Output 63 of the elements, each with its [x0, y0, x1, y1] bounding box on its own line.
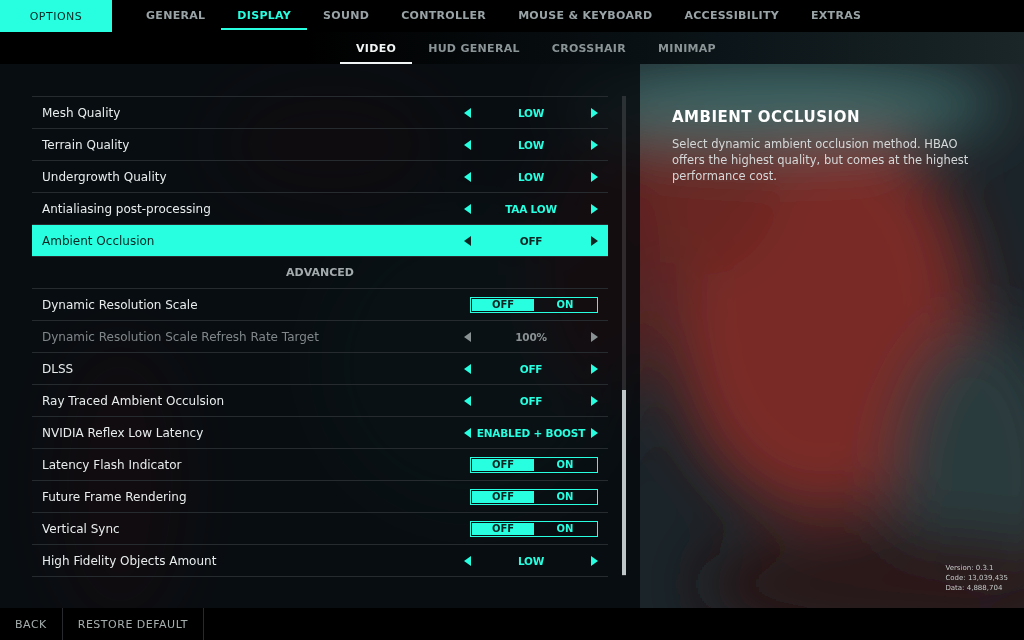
off-option[interactable]: OFF [472, 458, 534, 471]
off-option[interactable]: OFF [472, 522, 534, 535]
sub-tab[interactable]: CROSSHAIR [535, 32, 642, 64]
on-option[interactable]: ON [534, 298, 596, 311]
toggle-switch[interactable]: OFF ON [470, 488, 598, 505]
toggle-switch[interactable]: OFF ON [470, 456, 598, 473]
setting-value: OFF [519, 362, 543, 375]
setting-row[interactable]: Latency Flash Indicator OFF ON [32, 449, 608, 481]
setting-label: Latency Flash Indicator [42, 457, 183, 472]
setting-value: LOW [517, 554, 545, 567]
setting-label: Future Frame Rendering [42, 489, 188, 504]
on-option[interactable]: ON [534, 522, 596, 535]
description-text: Select dynamic ambient occlusion method. HBAO offers the highest quality, but comes at the highest performance cost. [672, 136, 970, 184]
on-option[interactable]: ON [534, 458, 596, 471]
setting-row[interactable]: High Fidelity Objects Amount LOW [32, 545, 608, 577]
tab[interactable]: SOUND [307, 0, 386, 30]
setting-value: LOW [517, 106, 545, 119]
setting-row[interactable]: Mesh Quality LOW [32, 97, 608, 129]
setting-label: High Fidelity Objects Amount [42, 553, 218, 568]
toggle-switch[interactable]: OFF ON [470, 520, 598, 537]
tab[interactable]: CONTROLLER [385, 0, 503, 30]
tab[interactable]: DISPLAY [221, 0, 308, 30]
setting-value: LOW [517, 170, 545, 183]
setting-label: NVIDIA Reflex Low Latency [42, 425, 205, 440]
options-title: OPTIONS [0, 0, 112, 32]
setting-label: Dynamic Resolution Scale Refresh Rate Target [42, 329, 320, 344]
tab[interactable]: EXTRAS [795, 0, 878, 30]
tab[interactable]: ACCESSIBILITY [668, 0, 795, 30]
setting-label: Ray Traced Ambient Occulsion [42, 393, 226, 408]
setting-value: ENABLED + BOOST [476, 426, 586, 439]
sub-tab[interactable]: MINIMAP [642, 32, 732, 64]
section-heading: ADVANCED [285, 266, 355, 279]
setting-value: LOW [517, 138, 545, 151]
sub-tab[interactable]: HUD GENERAL [412, 32, 536, 64]
setting-label: DLSS [42, 361, 75, 376]
setting-label: Undergrowth Quality [42, 169, 168, 184]
setting-label: Terrain Quality [42, 137, 131, 152]
setting-row[interactable]: DLSS OFF [32, 353, 608, 385]
off-option[interactable]: OFF [472, 298, 534, 311]
off-option[interactable]: OFF [472, 490, 534, 503]
setting-value: OFF [519, 234, 543, 247]
sub-tab[interactable]: VIDEO [340, 32, 413, 64]
setting-row[interactable]: Ray Traced Ambient Occulsion OFF [32, 385, 608, 417]
tab[interactable]: GENERAL [130, 0, 222, 30]
description-title: AMBIENT OCCLUSION [672, 108, 861, 126]
setting-row[interactable]: Undergrowth Quality LOW [32, 161, 608, 193]
setting-row[interactable]: Ambient Occlusion OFF [32, 225, 608, 257]
setting-row[interactable]: Vertical Sync OFF ON [32, 513, 608, 545]
on-option[interactable]: ON [534, 490, 596, 503]
setting-value: OFF [519, 394, 543, 407]
setting-value: 100% [515, 330, 547, 343]
setting-label: Mesh Quality [42, 105, 122, 120]
setting-value: TAA LOW [505, 202, 557, 215]
setting-label: Antialiasing post-processing [42, 201, 212, 216]
setting-label: Dynamic Resolution Scale [42, 297, 199, 312]
setting-label: Ambient Occlusion [42, 233, 156, 248]
tab[interactable]: MOUSE & KEYBOARD [502, 0, 669, 30]
setting-label: Vertical Sync [42, 521, 121, 536]
setting-row[interactable]: NVIDIA Reflex Low Latency ENABLED + BOOST [32, 417, 608, 449]
setting-row[interactable]: Dynamic Resolution Scale OFF ON [32, 289, 608, 321]
toggle-switch[interactable]: OFF ON [470, 296, 598, 313]
setting-row[interactable]: Future Frame Rendering OFF ON [32, 481, 608, 513]
setting-row[interactable]: Terrain Quality LOW [32, 129, 608, 161]
